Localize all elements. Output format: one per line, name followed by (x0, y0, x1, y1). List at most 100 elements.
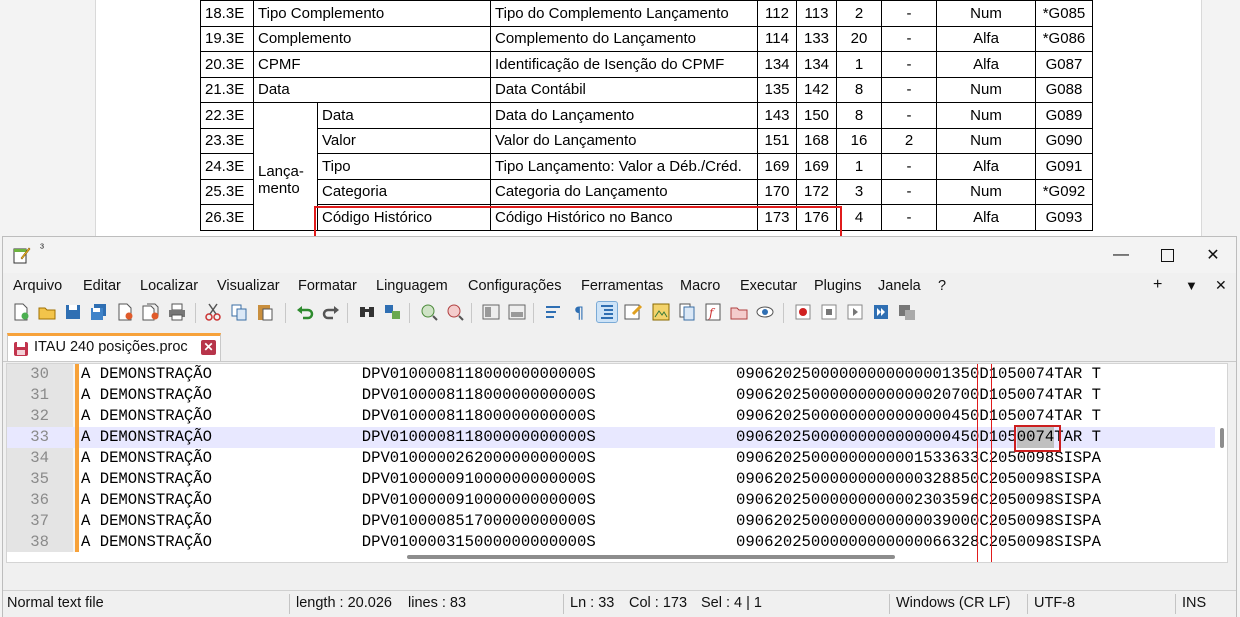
new-tab-plus-button[interactable]: + (1153, 276, 1162, 294)
vertical-scroll-thumb[interactable] (1220, 428, 1224, 448)
menu-plugins[interactable]: Plugins (814, 278, 862, 294)
title-bar[interactable]: ³ — ✕ (3, 237, 1236, 273)
spec-cell: 2 (881, 127, 937, 154)
spec-table-row: 26.3E Código Histórico Código Histórico no… (200, 204, 1093, 231)
cut-icon[interactable] (203, 302, 223, 322)
print-icon[interactable] (167, 302, 187, 322)
close-window-button[interactable]: ✕ (1190, 237, 1236, 273)
open-file-icon[interactable] (37, 302, 57, 322)
line-text: A DEMONSTRAÇÃO DPV010000026200000000000S… (81, 449, 1101, 467)
run-macro-multiple-icon[interactable] (871, 302, 891, 322)
zoom-out-icon[interactable] (445, 302, 465, 322)
text-editor[interactable]: 30 A DEMONSTRAÇÃO DPV01000081180000000000… (6, 363, 1228, 563)
editor-line-current[interactable]: 33 A DEMONSTRAÇÃO DPV01000081180000000000… (7, 427, 1217, 448)
menu-linguagem[interactable]: Linguagem (376, 278, 448, 294)
folder-as-workspace-icon[interactable] (729, 302, 749, 322)
line-text: A DEMONSTRAÇÃO DPV010000091000000000000S… (81, 470, 1101, 488)
tab-list-dropdown-button[interactable]: ▼ (1185, 278, 1198, 293)
document-map-icon[interactable] (651, 302, 671, 322)
new-file-icon[interactable] (11, 302, 31, 322)
zoom-in-icon[interactable] (419, 302, 439, 322)
status-insert-mode[interactable]: INS (1182, 595, 1206, 611)
horizontal-scrollbar[interactable] (7, 552, 1227, 562)
spec-cell: G091 (1035, 153, 1093, 180)
save-all-icon[interactable] (89, 302, 109, 322)
playback-macro-icon[interactable] (845, 302, 865, 322)
undo-icon[interactable] (295, 302, 315, 322)
spec-cell: 142 (796, 76, 837, 103)
spec-cell: 113 (796, 0, 837, 27)
spec-cell: 26.3E (200, 204, 254, 231)
close-file-icon[interactable] (115, 302, 135, 322)
menu-help[interactable]: ? (938, 278, 946, 294)
line-text: A DEMONSTRAÇÃO DPV010000315000000000000S… (81, 533, 1101, 551)
save-macro-icon[interactable] (897, 302, 917, 322)
user-defined-language-icon[interactable] (623, 302, 643, 322)
spec-cell: 151 (757, 127, 797, 154)
editor-line[interactable]: 34 A DEMONSTRAÇÃO DPV01000002620000000000… (7, 448, 1217, 469)
sync-horizontal-icon[interactable] (507, 302, 527, 322)
spec-cell: 3 (836, 178, 882, 205)
status-eol[interactable]: Windows (CR LF) (896, 595, 1010, 611)
status-encoding[interactable]: UTF-8 (1034, 595, 1075, 611)
spec-cell: 135 (757, 76, 797, 103)
menu-configuracoes[interactable]: Configurações (468, 278, 562, 294)
line-number: 34 (30, 449, 49, 467)
word-wrap-icon[interactable] (543, 302, 563, 322)
editor-line[interactable]: 38 A DEMONSTRAÇÃO DPV01000031500000000000… (7, 532, 1217, 553)
stop-recording-icon[interactable] (819, 302, 839, 322)
spec-cell: *G092 (1035, 178, 1093, 205)
group-label-line2: mento (258, 180, 300, 198)
monitoring-icon[interactable] (755, 302, 775, 322)
menu-ferramentas[interactable]: Ferramentas (581, 278, 663, 294)
status-separator (1027, 594, 1028, 614)
line-number: 37 (30, 512, 49, 530)
replace-icon[interactable] (383, 302, 403, 322)
spec-cell: Identificação de Isenção do CPMF (490, 51, 758, 78)
file-tab[interactable]: ITAU 240 posições.proc ✕ (7, 333, 221, 361)
menu-formatar[interactable]: Formatar (298, 278, 357, 294)
sync-vertical-icon[interactable] (481, 302, 501, 322)
editor-line[interactable]: 32 A DEMONSTRAÇÃO DPV01000081180000000000… (7, 406, 1217, 427)
copy-icon[interactable] (229, 302, 249, 322)
status-separator (889, 594, 890, 614)
vertical-scrollbar[interactable] (1215, 364, 1227, 562)
tab-label: ITAU 240 posições.proc (34, 339, 188, 355)
menu-visualizar[interactable]: Visualizar (217, 278, 280, 294)
editor-line[interactable]: 37 A DEMONSTRAÇÃO DPV01000085170000000000… (7, 511, 1217, 532)
spec-cell: 112 (757, 0, 797, 27)
editor-line[interactable]: 31 A DEMONSTRAÇÃO DPV01000081180000000000… (7, 385, 1217, 406)
maximize-button[interactable] (1144, 237, 1190, 273)
paste-icon[interactable] (255, 302, 275, 322)
line-number: 35 (30, 470, 49, 488)
minimize-button[interactable]: — (1098, 237, 1144, 273)
editor-line[interactable]: 35 A DEMONSTRAÇÃO DPV01000009100000000000… (7, 469, 1217, 490)
indent-guide-icon[interactable] (596, 301, 618, 323)
spec-cell: G087 (1035, 51, 1093, 78)
horizontal-scroll-thumb[interactable] (407, 555, 895, 559)
menu-executar[interactable]: Executar (740, 278, 797, 294)
close-document-button[interactable]: ✕ (1215, 277, 1227, 294)
show-all-characters-icon[interactable]: ¶ (569, 302, 589, 322)
menu-janela[interactable]: Janela (878, 278, 921, 294)
tab-close-icon[interactable]: ✕ (201, 340, 216, 355)
spec-cell: *G085 (1035, 0, 1093, 27)
toolbar-separator (285, 303, 286, 323)
menu-localizar[interactable]: Localizar (140, 278, 198, 294)
spec-cell: 25.3E (200, 178, 254, 205)
menu-arquivo[interactable]: Arquivo (13, 278, 62, 294)
find-icon[interactable] (357, 302, 377, 322)
group-label-line1: Lança- (258, 163, 304, 181)
record-macro-icon[interactable] (793, 302, 813, 322)
editor-line[interactable]: 36 A DEMONSTRAÇÃO DPV01000009100000000000… (7, 490, 1217, 511)
menu-macro[interactable]: Macro (680, 278, 720, 294)
menu-editar[interactable]: Editar (83, 278, 121, 294)
redo-icon[interactable] (321, 302, 341, 322)
toolbar-separator (533, 303, 534, 323)
save-icon[interactable] (63, 302, 83, 322)
document-list-icon[interactable] (677, 302, 697, 322)
spec-cell: G088 (1035, 76, 1093, 103)
editor-line[interactable]: 30 A DEMONSTRAÇÃO DPV01000081180000000000… (7, 364, 1217, 385)
close-all-icon[interactable] (141, 302, 161, 322)
function-list-icon[interactable]: f (703, 302, 723, 322)
